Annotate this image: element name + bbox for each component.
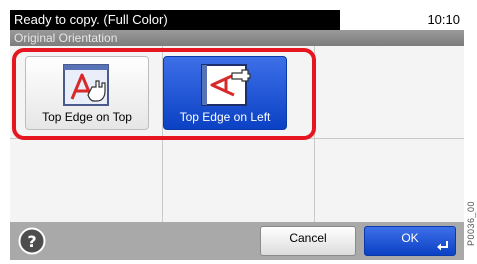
selection-highlight-frame <box>12 48 316 140</box>
enter-icon <box>437 241 448 251</box>
status-time: 10:10 <box>427 12 460 27</box>
screen-title: Original Orientation <box>14 31 118 45</box>
status-message-area: Ready to copy. (Full Color) <box>10 10 340 30</box>
cancel-label: Cancel <box>289 231 327 245</box>
svg-text:?: ? <box>27 232 36 251</box>
screen-title-bar: Original Orientation <box>10 30 464 46</box>
status-message: Ready to copy. (Full Color) <box>14 12 168 27</box>
help-icon[interactable]: ? <box>18 227 46 255</box>
footer-bar: ? Cancel OK <box>10 222 464 260</box>
figure-code: P0036_00 <box>466 200 476 246</box>
cancel-button[interactable]: Cancel <box>260 226 356 256</box>
status-bar: Ready to copy. (Full Color) 10:10 <box>10 10 464 30</box>
ok-button[interactable]: OK <box>364 226 456 256</box>
